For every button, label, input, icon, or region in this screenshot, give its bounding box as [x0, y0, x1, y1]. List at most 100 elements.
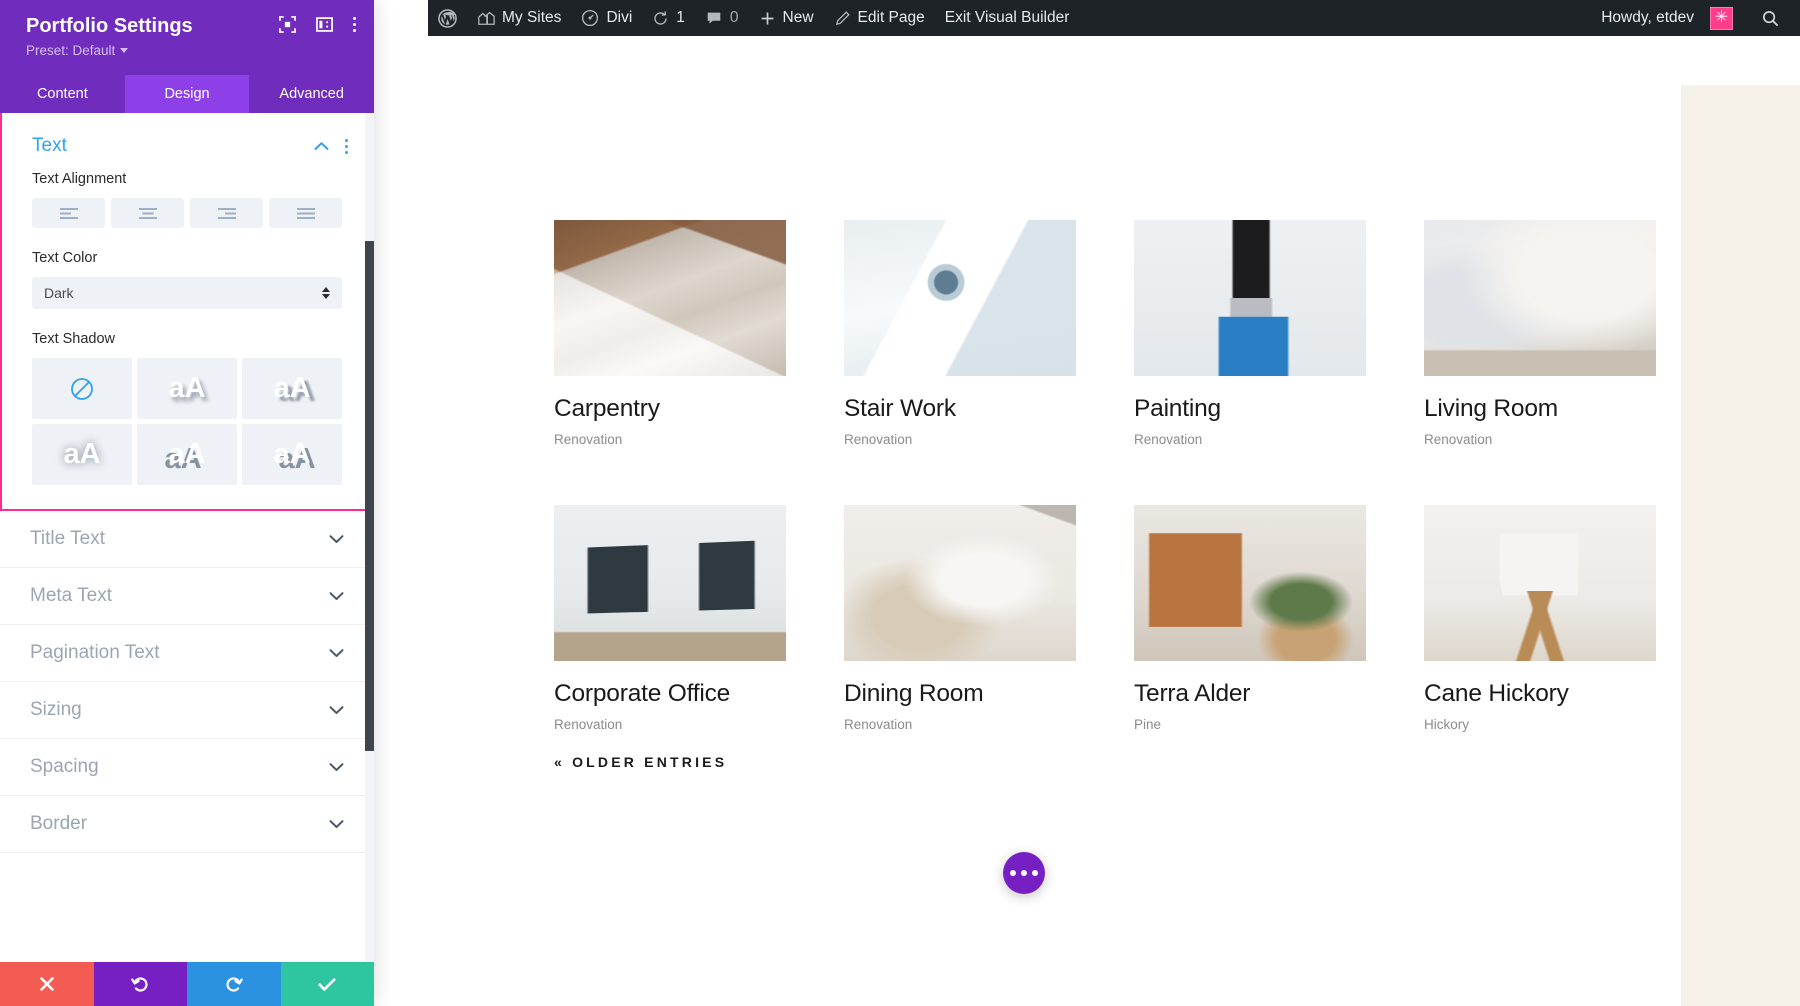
- align-justify-button[interactable]: [269, 198, 342, 228]
- adminbar-updates[interactable]: 1: [642, 0, 695, 36]
- text-section-title: Text: [32, 135, 67, 156]
- adminbar-divi[interactable]: Divi: [571, 0, 642, 36]
- preset-selector[interactable]: Preset: Default: [26, 43, 129, 58]
- align-center-button[interactable]: [111, 198, 184, 228]
- portfolio-item[interactable]: Cane Hickory Hickory: [1424, 505, 1656, 732]
- text-shadow-label: Text Shadow: [32, 331, 116, 347]
- tab-design[interactable]: Design: [124, 75, 250, 113]
- panel-scrollbar-thumb[interactable]: [365, 241, 374, 751]
- portfolio-title[interactable]: Living Room: [1424, 395, 1656, 423]
- undo-button[interactable]: [93, 962, 187, 1006]
- comment-icon: [705, 9, 723, 27]
- accordion-spacing[interactable]: Spacing: [0, 739, 374, 796]
- portfolio-meta: Hickory: [1424, 717, 1470, 733]
- tab-advanced[interactable]: Advanced: [249, 75, 374, 113]
- portfolio-thumbnail-dining[interactable]: [844, 505, 1076, 662]
- portfolio-item[interactable]: Terra Alder Pine: [1134, 505, 1366, 732]
- portfolio-title[interactable]: Dining Room: [844, 680, 1076, 708]
- fab-dot: [1010, 870, 1016, 876]
- chevron-down-icon[interactable]: [329, 760, 344, 775]
- shadow-none-button[interactable]: [32, 358, 132, 419]
- shadow-preset-4-button[interactable]: aA: [137, 424, 237, 485]
- accordion-label: Meta Text: [30, 585, 113, 606]
- portfolio-thumbnail-stairwork[interactable]: [844, 220, 1076, 376]
- redo-button[interactable]: [187, 962, 281, 1006]
- portfolio-title[interactable]: Painting: [1134, 395, 1366, 423]
- adminbar-howdy[interactable]: Howdy, etdev ✳: [1591, 0, 1743, 36]
- plus-icon: [759, 10, 776, 27]
- adminbar-exit-visual-builder[interactable]: Exit Visual Builder: [935, 0, 1080, 36]
- adminbar-wp-logo[interactable]: [428, 0, 467, 36]
- align-right-button[interactable]: [190, 198, 263, 228]
- wordpress-admin-bar: My Sites Divi 1 0 New Edit Page Exit Vis…: [428, 0, 1800, 36]
- tab-content[interactable]: Content: [0, 75, 125, 113]
- adminbar-account-area: Howdy, etdev ✳: [1591, 0, 1800, 36]
- portfolio-meta: Renovation: [1424, 432, 1493, 448]
- portfolio-item[interactable]: Living Room Renovation: [1424, 220, 1656, 447]
- text-settings-section: Text Text Alignment Text Color Dark Text…: [0, 113, 374, 511]
- portfolio-title[interactable]: Cane Hickory: [1424, 680, 1656, 708]
- accordion-meta-text[interactable]: Meta Text: [0, 568, 374, 625]
- cancel-button[interactable]: [0, 962, 94, 1006]
- portfolio-meta: Renovation: [554, 432, 623, 448]
- chevron-down-icon[interactable]: [329, 817, 344, 832]
- align-left-button[interactable]: [32, 198, 105, 228]
- fab-dot: [1021, 870, 1027, 876]
- portfolio-title[interactable]: Corporate Office: [554, 680, 786, 708]
- portfolio-item[interactable]: Painting Renovation: [1134, 220, 1366, 447]
- adminbar-edit-page[interactable]: Edit Page: [824, 0, 935, 36]
- portfolio-thumbnail-painting[interactable]: [1134, 220, 1366, 376]
- portfolio-thumbnail-livingroom[interactable]: [1424, 220, 1656, 376]
- fullscreen-icon[interactable]: [279, 16, 296, 33]
- adminbar-new[interactable]: New: [749, 0, 824, 36]
- chevron-down-icon[interactable]: [329, 532, 344, 547]
- accordion-border[interactable]: Border: [0, 796, 374, 853]
- shadow-preset-5-button[interactable]: aA: [242, 424, 342, 485]
- search-icon: [1761, 9, 1780, 28]
- portfolio-item[interactable]: Corporate Office Renovation: [554, 505, 786, 732]
- text-color-value: Dark: [44, 285, 74, 301]
- layout-toggle-icon[interactable]: [316, 16, 333, 33]
- adminbar-exit-visual-builder-label: Exit Visual Builder: [944, 9, 1070, 26]
- accordion-label: Title Text: [30, 528, 105, 549]
- portfolio-title[interactable]: Carpentry: [554, 395, 786, 423]
- portfolio-item[interactable]: Dining Room Renovation: [844, 505, 1076, 732]
- shadow-preset-3-button[interactable]: aA: [32, 424, 132, 485]
- portfolio-thumbnail-terra[interactable]: [1134, 505, 1366, 662]
- text-shadow-field: Text Shadow aA aA aA aA aA: [2, 331, 372, 485]
- portfolio-title[interactable]: Stair Work: [844, 395, 1076, 423]
- text-color-select[interactable]: Dark: [32, 277, 342, 309]
- chevron-down-icon[interactable]: [329, 703, 344, 718]
- older-entries-link[interactable]: « OLDER ENTRIES: [554, 754, 727, 770]
- accordion-sizing[interactable]: Sizing: [0, 682, 374, 739]
- accordion-pagination-text[interactable]: Pagination Text: [0, 625, 374, 682]
- chevron-down-icon[interactable]: [329, 589, 344, 604]
- chevron-up-icon[interactable]: [314, 139, 329, 154]
- more-options-icon[interactable]: [1003, 852, 1045, 894]
- chevron-down-icon[interactable]: [329, 646, 344, 661]
- portfolio-thumbnail-office[interactable]: [554, 505, 786, 662]
- adminbar-new-label: New: [782, 9, 814, 26]
- panel-header: Portfolio Settings Preset: Default: [0, 0, 374, 75]
- adminbar-divi-label: Divi: [606, 9, 633, 26]
- select-arrows-icon: [322, 287, 330, 299]
- kebab-menu-icon[interactable]: [345, 138, 348, 154]
- portfolio-settings-panel: Portfolio Settings Preset: Default Conte…: [0, 0, 374, 1006]
- portfolio-thumbnail-cane[interactable]: [1424, 505, 1656, 662]
- shadow-preset-1-button[interactable]: aA: [137, 358, 237, 419]
- text-section-header[interactable]: Text: [2, 127, 372, 157]
- adminbar-search-button[interactable]: [1743, 9, 1794, 28]
- save-button[interactable]: [280, 962, 374, 1006]
- text-color-label: Text Color: [32, 250, 98, 266]
- portfolio-title[interactable]: Terra Alder: [1134, 680, 1366, 708]
- shadow-preset-2-button[interactable]: aA: [242, 358, 342, 419]
- adminbar-my-sites[interactable]: My Sites: [467, 0, 571, 36]
- adminbar-comments[interactable]: 0: [695, 0, 749, 36]
- portfolio-item[interactable]: Stair Work Renovation: [844, 220, 1076, 447]
- accordion-title-text[interactable]: Title Text: [0, 511, 374, 568]
- portfolio-thumbnail-carpentry[interactable]: [554, 220, 786, 376]
- portfolio-item[interactable]: Carpentry Renovation: [554, 220, 786, 447]
- panel-scrollbar-track[interactable]: [365, 113, 374, 962]
- kebab-menu-icon[interactable]: [353, 17, 356, 32]
- portfolio-meta: Pine: [1134, 717, 1162, 733]
